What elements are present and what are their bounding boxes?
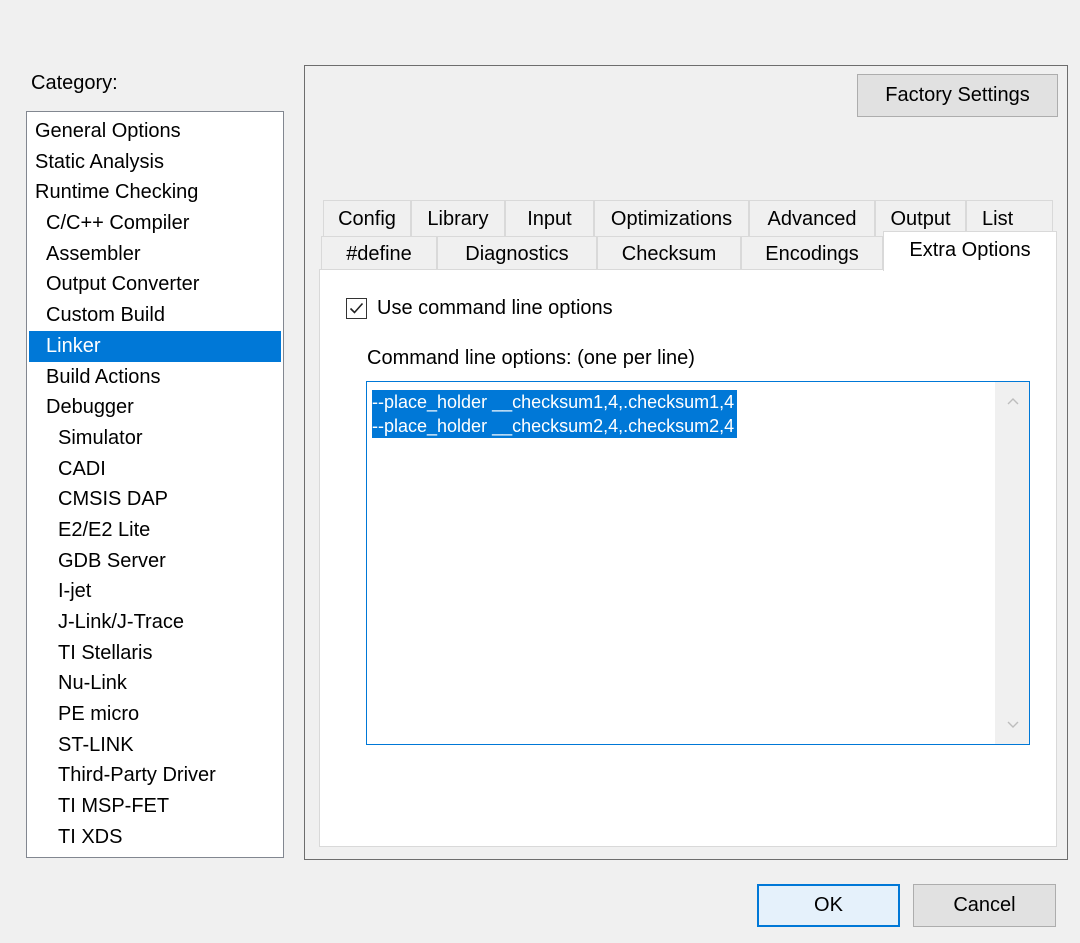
category-item-third-party-driver[interactable]: Third-Party Driver	[29, 760, 281, 791]
category-item-build-actions[interactable]: Build Actions	[29, 362, 281, 393]
category-item-simulator[interactable]: Simulator	[29, 423, 281, 454]
cancel-button[interactable]: Cancel	[913, 884, 1056, 927]
tab-advanced[interactable]: Advanced	[749, 200, 875, 236]
checkmark-icon	[349, 302, 364, 314]
category-item-cmsis-dap[interactable]: CMSIS DAP	[29, 484, 281, 515]
command-line-options-textarea[interactable]: --place_holder __checksum1,4,.checksum1,…	[366, 381, 1030, 745]
factory-settings-button[interactable]: Factory Settings	[857, 74, 1058, 117]
tab-checksum[interactable]: Checksum	[597, 236, 741, 270]
category-item-ti-msp-fet[interactable]: TI MSP-FET	[29, 791, 281, 822]
category-item-linker[interactable]: Linker	[29, 330, 281, 362]
tab-extra-options[interactable]: Extra Options	[883, 231, 1057, 271]
category-item-runtime-checking[interactable]: Runtime Checking	[29, 177, 281, 208]
category-item-debugger[interactable]: Debugger	[29, 392, 281, 423]
ok-button[interactable]: OK	[757, 884, 900, 927]
tab-define[interactable]: #define	[321, 236, 437, 270]
category-item-ti-xds[interactable]: TI XDS	[29, 822, 281, 853]
category-item-gdb-server[interactable]: GDB Server	[29, 546, 281, 577]
command-line-2: --place_holder __checksum2,4,.checksum2,…	[372, 414, 738, 438]
category-item-pe-micro[interactable]: PE micro	[29, 699, 281, 730]
scroll-down-arrow-icon[interactable]	[996, 708, 1030, 742]
command-line-options-label: Command line options: (one per line)	[367, 347, 695, 369]
category-item-nu-link[interactable]: Nu-Link	[29, 668, 281, 699]
tab-diagnostics[interactable]: Diagnostics	[437, 236, 597, 270]
command-line-1: --place_holder __checksum1,4,.checksum1,…	[372, 390, 738, 414]
category-list[interactable]: General Options Static Analysis Runtime Ch…	[26, 111, 284, 858]
category-item-general-options[interactable]: General Options	[29, 116, 281, 147]
vertical-scrollbar[interactable]	[995, 382, 1029, 744]
use-command-line-checkbox-row[interactable]: Use command line options	[346, 294, 613, 322]
category-item-assembler[interactable]: Assembler	[29, 239, 281, 270]
tab-library[interactable]: Library	[411, 200, 505, 236]
category-item-cadi[interactable]: CADI	[29, 454, 281, 485]
category-item-custom-build[interactable]: Custom Build	[29, 300, 281, 331]
category-label: Category:	[31, 72, 118, 94]
use-command-line-label[interactable]: Use command line options	[377, 297, 613, 320]
category-item-static-analysis[interactable]: Static Analysis	[29, 147, 281, 178]
category-item-i-jet[interactable]: I-jet	[29, 576, 281, 607]
scroll-up-arrow-icon[interactable]	[996, 384, 1030, 418]
tab-config[interactable]: Config	[323, 200, 411, 236]
tab-optimizations[interactable]: Optimizations	[594, 200, 749, 236]
tab-encodings[interactable]: Encodings	[741, 236, 883, 270]
category-item-ti-stellaris[interactable]: TI Stellaris	[29, 638, 281, 669]
category-item-st-link[interactable]: ST-LINK	[29, 730, 281, 761]
use-command-line-checkbox[interactable]	[346, 297, 367, 319]
category-item-c-c-compiler[interactable]: C/C++ Compiler	[29, 208, 281, 239]
category-item-output-converter[interactable]: Output Converter	[29, 269, 281, 300]
tab-input[interactable]: Input	[505, 200, 594, 236]
category-item-e2-e2-lite[interactable]: E2/E2 Lite	[29, 515, 281, 546]
category-item-j-link-j-trace[interactable]: J-Link/J-Trace	[29, 607, 281, 638]
